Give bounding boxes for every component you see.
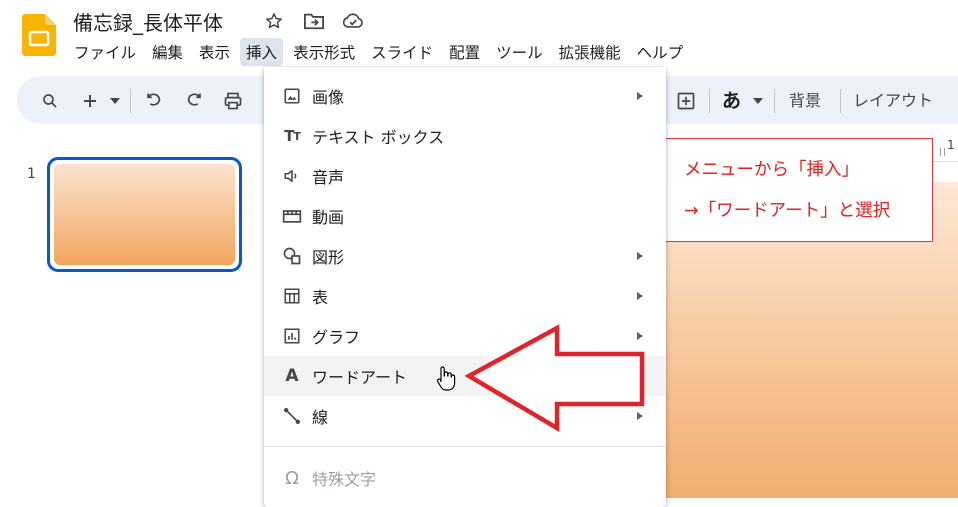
special-characters-icon: Ω <box>285 467 299 489</box>
menu-item-label: 動画 <box>312 208 345 227</box>
chart-icon <box>281 325 303 347</box>
callout-line-2: →「ワードアート」と選択 <box>684 201 891 221</box>
menu-item-label: 図形 <box>312 248 345 267</box>
menu-divider <box>264 446 666 447</box>
move-to-folder-icon[interactable] <box>303 10 325 32</box>
document-title[interactable]: 備忘録_長体平体 <box>73 7 223 36</box>
print-icon[interactable] <box>220 88 246 114</box>
submenu-arrow-icon <box>637 252 643 260</box>
menu-format[interactable]: 表示形式 <box>287 38 361 66</box>
menu-tools[interactable]: ツール <box>490 38 549 66</box>
word-art-icon: A <box>285 366 299 386</box>
background-button[interactable]: 背景 <box>789 89 821 113</box>
menu-insert[interactable]: 挿入 <box>240 38 284 66</box>
line-icon <box>281 405 303 427</box>
ruler-label: 1 <box>947 138 955 152</box>
menu-item-label: 音声 <box>312 168 345 187</box>
cloud-saved-icon[interactable] <box>342 10 364 32</box>
text-box-icon: TT <box>284 127 301 145</box>
star-icon[interactable] <box>263 10 285 32</box>
audio-icon <box>281 165 303 187</box>
chevron-down-icon[interactable] <box>749 88 767 114</box>
undo-icon[interactable] <box>141 88 167 114</box>
menu-item-special-characters: Ω 特殊文字 <box>264 458 666 498</box>
menu-file[interactable]: ファイル <box>68 38 142 66</box>
image-icon <box>281 85 303 107</box>
table-icon <box>281 285 303 307</box>
menu-item-audio[interactable]: 音声 <box>264 156 666 196</box>
menu-extensions[interactable]: 拡張機能 <box>553 38 627 66</box>
menu-view[interactable]: 表示 <box>193 38 236 66</box>
menu-edit[interactable]: 編集 <box>146 38 189 66</box>
menu-slide[interactable]: スライド <box>365 38 439 66</box>
submenu-arrow-icon <box>637 292 643 300</box>
menu-item-label: 特殊文字 <box>312 470 377 489</box>
shape-icon <box>281 245 303 267</box>
menu-item-table[interactable]: 表 <box>264 276 666 316</box>
slide-thumbnail[interactable] <box>54 164 235 265</box>
slides-logo-icon[interactable] <box>22 14 56 56</box>
menu-item-label: ワードアート <box>312 368 408 387</box>
ruler-tick <box>940 148 941 156</box>
menu-bar: ファイル 編集 表示 挿入 表示形式 スライド 配置 ツール 拡張機能 ヘルプ <box>68 38 693 66</box>
layout-button[interactable]: レイアウト <box>853 89 933 113</box>
menu-arrange[interactable]: 配置 <box>443 38 486 66</box>
menu-item-video[interactable]: 動画 <box>264 196 666 236</box>
video-icon <box>281 205 303 227</box>
toolbar-divider <box>774 89 775 113</box>
ruler-tick <box>944 148 945 156</box>
annotation-callout <box>651 138 933 242</box>
toolbar-divider <box>840 89 841 113</box>
menu-item-label: グラフ <box>312 328 361 347</box>
toolbar-divider <box>130 89 131 113</box>
search-icon[interactable] <box>37 88 63 114</box>
menu-item-image[interactable]: 画像 <box>264 76 666 116</box>
menu-item-label: 線 <box>312 408 329 427</box>
slide-number: 1 <box>27 166 36 182</box>
new-slide-plus-icon[interactable] <box>77 88 103 114</box>
callout-line-1: メニューから「挿入」 <box>684 160 859 180</box>
menu-item-label: 表 <box>312 288 329 307</box>
toolbar-divider <box>709 89 710 113</box>
menu-help[interactable]: ヘルプ <box>631 38 690 66</box>
text-style-icon[interactable]: あ <box>722 89 741 113</box>
hand-pointer-cursor-icon <box>436 366 456 391</box>
menu-item-shape[interactable]: 図形 <box>264 236 666 276</box>
menu-item-label: 画像 <box>312 88 345 107</box>
menu-item-text-box[interactable]: TT テキスト ボックス <box>264 116 666 156</box>
chevron-down-icon[interactable] <box>106 88 124 114</box>
submenu-arrow-icon <box>637 92 643 100</box>
menu-item-label: テキスト ボックス <box>312 128 445 147</box>
add-comment-icon[interactable] <box>673 88 699 114</box>
annotation-arrow-icon <box>464 324 645 432</box>
redo-icon[interactable] <box>181 88 207 114</box>
